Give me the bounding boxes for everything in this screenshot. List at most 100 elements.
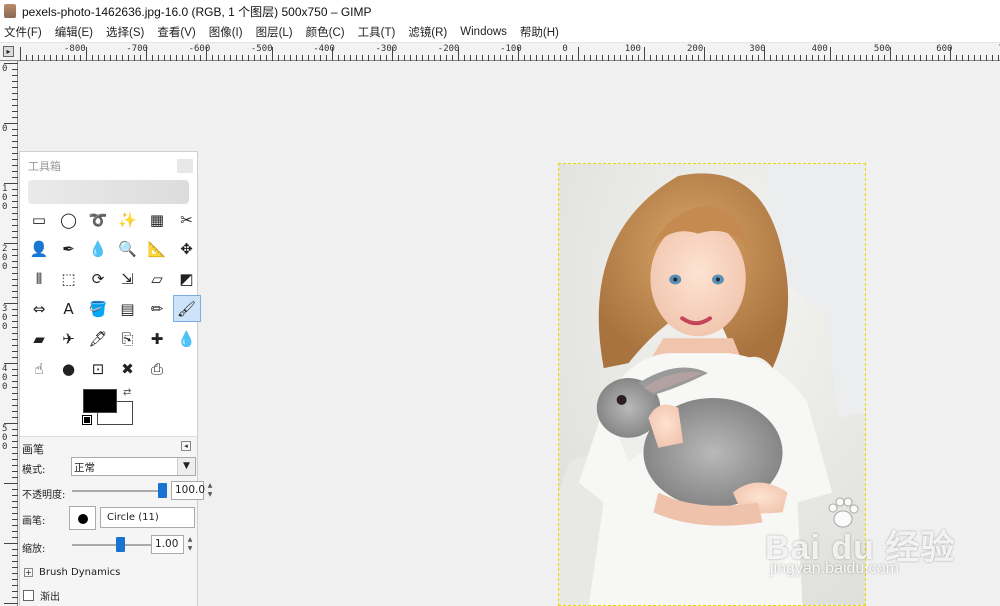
ruler-tick [530, 55, 531, 61]
free-select-tool-icon[interactable]: ➰ [84, 206, 112, 233]
color-picker-tool-icon[interactable]: 💧 [84, 236, 112, 263]
ruler-tick [134, 55, 135, 61]
ruler-tick [12, 237, 18, 238]
menu-item[interactable]: 图像(I) [209, 24, 243, 40]
dodge-burn-tool-icon[interactable]: ● [55, 355, 83, 382]
bucket-fill-tool-icon[interactable]: 🪣 [84, 295, 112, 322]
pencil-tool-icon[interactable]: ✏ [143, 295, 171, 322]
ruler-tick [4, 543, 18, 544]
opacity-spin-buttons[interactable]: ▲ ▼ [206, 481, 214, 500]
ruler-tick [926, 55, 927, 61]
ruler-tick [12, 381, 18, 382]
opacity-slider-track[interactable] [72, 490, 167, 492]
opacity-label: 不透明度: [22, 490, 66, 501]
align-tool-icon[interactable]: ⫴ [25, 266, 53, 293]
text-tool-icon[interactable]: A [55, 295, 83, 322]
color-area[interactable]: ⇄ [82, 387, 138, 429]
baidu-watermark: Bai du 经验 jingyan.baidu.com [765, 495, 995, 590]
ruler-label: 5 0 0 [2, 424, 8, 452]
opacity-slider-handle[interactable] [158, 483, 167, 498]
paintbrush-tool-icon[interactable]: 🖌 [172, 295, 201, 323]
paths-tool-icon[interactable]: ✒ [55, 236, 83, 263]
chevron-down-icon[interactable]: ▼ [177, 458, 195, 475]
blur-sharpen-tool-icon[interactable]: 💧 [173, 325, 201, 352]
ruler-tick [12, 405, 18, 406]
menu-item[interactable]: 查看(V) [157, 24, 195, 40]
ink-tool-icon[interactable]: 🖋 [84, 325, 112, 352]
ruler-label: -200 [437, 44, 460, 54]
blend-tool-icon[interactable]: ▤ [114, 295, 142, 322]
mode-select[interactable]: 正常 ▼ [71, 457, 196, 476]
move-tool-icon[interactable]: ✥ [173, 236, 201, 263]
scale-tool-icon[interactable]: ⇲ [114, 266, 142, 293]
brush-preview[interactable] [69, 506, 96, 530]
scale-input[interactable]: 1.00 [151, 535, 184, 554]
menu-item[interactable]: 颜色(C) [306, 24, 345, 40]
ruler-horizontal[interactable]: ▸ -800 -700 -600 -500 -400 -300 -200 -100 0 100 20… [0, 43, 1000, 61]
perspective-clone-tool-icon[interactable]: ⎙ [143, 355, 171, 382]
fade-out-option[interactable]: 渐出 [23, 588, 60, 603]
menu-item[interactable]: 帮助(H) [520, 24, 559, 40]
ruler-tick [488, 55, 489, 61]
ruler-tick [632, 55, 633, 61]
shear-tool-icon[interactable]: ▱ [143, 266, 171, 293]
scale-slider-handle[interactable] [116, 537, 125, 552]
ruler-tick [12, 447, 18, 448]
clone-tool-icon[interactable]: ⎘ [114, 325, 142, 352]
navigate-icon[interactable]: ▸ [3, 46, 14, 57]
smudge-tool-icon[interactable]: ☝ [25, 355, 53, 382]
ruler-tick [308, 55, 309, 61]
foreground-select-tool-icon[interactable]: 👤 [25, 236, 53, 263]
measure-tool-icon[interactable]: 📐 [143, 236, 171, 263]
brush-dynamics-expander[interactable]: + Brush Dynamics [24, 567, 120, 578]
menu-item[interactable]: 图层(L) [256, 24, 293, 40]
scissors-select-tool-icon[interactable]: ✂ [173, 206, 201, 233]
menu-item[interactable]: 选择(S) [106, 24, 144, 40]
flip-tool-icon[interactable]: ⇔ [25, 295, 53, 322]
ruler-tick [884, 55, 885, 61]
airbrush-tool-icon[interactable]: ✈ [55, 325, 83, 352]
menu-item[interactable]: 编辑(E) [55, 24, 93, 40]
menu-item[interactable]: 滤镜(R) [408, 24, 447, 40]
brush-name-field[interactable]: Circle (11) [100, 507, 195, 528]
crop-tool-icon[interactable]: ⬚ [55, 266, 83, 293]
zoom-tool-icon[interactable]: 🔍 [114, 236, 142, 263]
rect-select-tool-icon[interactable]: ▭ [25, 206, 53, 233]
menu-item[interactable]: 文件(F) [4, 24, 42, 40]
ruler-tick [686, 55, 687, 61]
dock-menu-icon[interactable] [177, 159, 193, 173]
menu-item[interactable]: Windows [460, 26, 507, 38]
ruler-tick [12, 597, 18, 598]
default-colors-icon[interactable] [82, 415, 92, 425]
ruler-tick [314, 55, 315, 61]
ruler-tick [12, 219, 18, 220]
ruler-tick [782, 55, 783, 61]
fuzzy-select-tool-icon[interactable]: ✨ [114, 206, 142, 233]
perspective-tool-icon[interactable]: ◩ [173, 266, 201, 293]
tool-options-panel: 画笔 ◂ 模式: 正常 ▼ 不透明度: 100.0 ▲ ▼ 画笔: Circle … [20, 436, 212, 606]
menu-item[interactable]: 工具(T) [358, 24, 396, 40]
opacity-input[interactable]: 100.0 [171, 481, 205, 500]
scale-spin-buttons[interactable]: ▲ ▼ [186, 535, 194, 554]
ruler-tick [722, 55, 723, 61]
rotate-tool-icon[interactable]: ⟳ [84, 266, 112, 293]
ruler-tick [12, 189, 18, 190]
ruler-tick [12, 507, 18, 508]
warp-transform-tool-icon[interactable]: ✖ [114, 355, 142, 382]
ruler-tick [644, 47, 645, 61]
foreground-color-swatch[interactable] [83, 389, 117, 413]
fade-out-checkbox[interactable] [23, 590, 34, 601]
ruler-tick [122, 55, 123, 61]
cage-transform-tool-icon[interactable]: ⊡ [84, 355, 112, 382]
panel-menu-icon[interactable]: ◂ [181, 441, 191, 451]
ruler-vertical[interactable]: 0 0 1 0 0 2 0 0 3 0 0 4 0 0 5 0 0 [0, 61, 18, 606]
eraser-tool-icon[interactable]: ▰ [25, 325, 53, 352]
expand-icon[interactable]: + [24, 568, 33, 577]
swap-colors-icon[interactable]: ⇄ [123, 387, 131, 398]
ruler-tick [20, 47, 21, 61]
color-select-tool-icon[interactable]: ▦ [143, 206, 171, 233]
heal-tool-icon[interactable]: ✚ [143, 325, 171, 352]
ruler-tick [386, 55, 387, 61]
ruler-tick [794, 55, 795, 61]
ellipse-select-tool-icon[interactable]: ◯ [55, 206, 83, 233]
